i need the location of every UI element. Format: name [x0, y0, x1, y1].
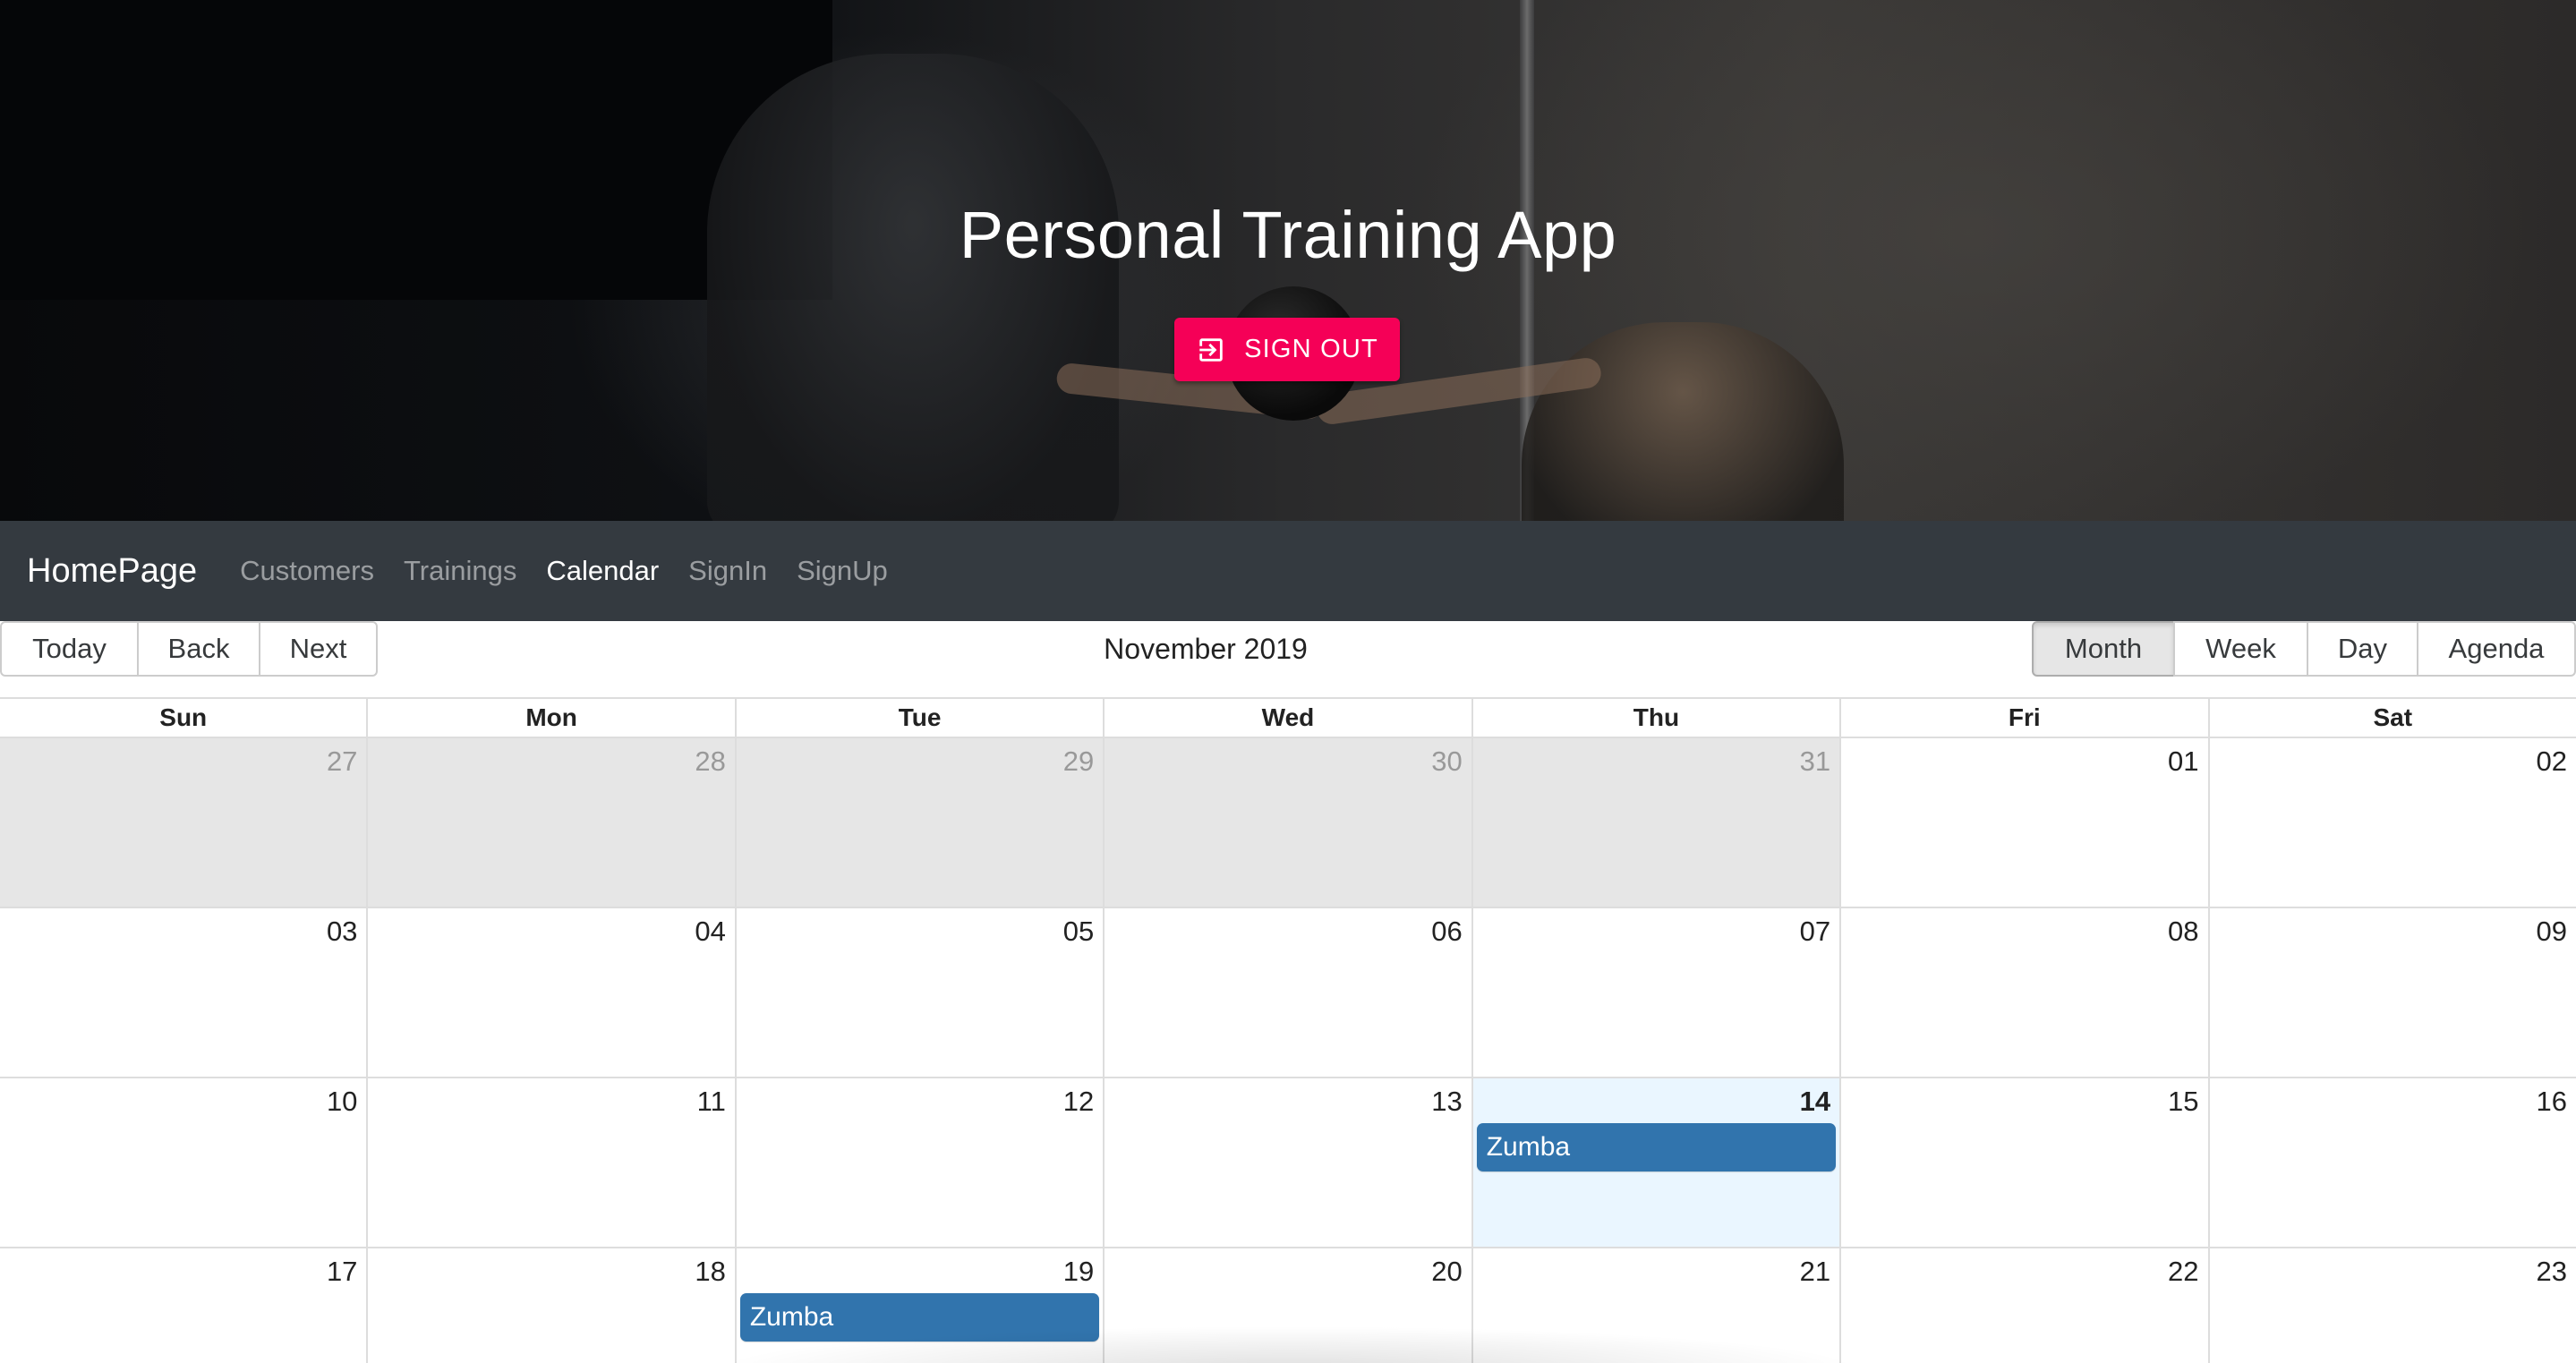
- date-number-link[interactable]: 01: [2168, 745, 2198, 778]
- weekday-header: Mon: [366, 699, 734, 737]
- weekday-header: Sat: [2207, 699, 2576, 737]
- week-row: 27 28 29 30 31 01 02: [0, 738, 2576, 908]
- date-number-link[interactable]: 31: [1800, 745, 1830, 778]
- day-cell[interactable]: 21: [1471, 1248, 1839, 1363]
- date-number-link[interactable]: 22: [2168, 1256, 2198, 1288]
- day-cell[interactable]: 08: [1839, 908, 2207, 1077]
- day-cell[interactable]: 23: [2207, 1248, 2576, 1363]
- date-number-link[interactable]: 27: [327, 745, 357, 778]
- back-button[interactable]: Back: [137, 621, 260, 677]
- day-cell[interactable]: 02: [2207, 738, 2576, 907]
- day-cell[interactable]: 11: [366, 1078, 734, 1247]
- date-number-link[interactable]: 18: [695, 1256, 725, 1288]
- date-number-link[interactable]: 23: [2536, 1256, 2566, 1288]
- date-number-link[interactable]: 12: [1063, 1086, 1094, 1118]
- day-cell[interactable]: 05: [734, 908, 1103, 1077]
- nav-link-signin[interactable]: SignIn: [688, 555, 767, 587]
- today-button[interactable]: Today: [0, 621, 139, 677]
- page-title: Personal Training App: [959, 198, 1617, 272]
- date-number-link[interactable]: 15: [2168, 1086, 2198, 1118]
- day-cell[interactable]: 17: [0, 1248, 366, 1363]
- weekday-header: Thu: [1471, 699, 1839, 737]
- week-row: 10 11 12 13 14 Zumba 15 16: [0, 1078, 2576, 1248]
- date-number-link[interactable]: 08: [2168, 916, 2198, 948]
- date-number-link[interactable]: 13: [1431, 1086, 1462, 1118]
- weekday-header: Tue: [734, 699, 1103, 737]
- navigation-button-group: Today Back Next: [0, 621, 378, 677]
- nav-link-calendar[interactable]: Calendar: [546, 555, 659, 587]
- date-number-link[interactable]: 03: [327, 916, 357, 948]
- sign-out-button[interactable]: SIGN OUT: [1174, 318, 1400, 381]
- day-cell[interactable]: 18: [366, 1248, 734, 1363]
- day-cell[interactable]: 04: [366, 908, 734, 1077]
- date-number-link[interactable]: 11: [697, 1086, 726, 1118]
- brand-link-homepage[interactable]: HomePage: [27, 552, 197, 591]
- day-cell[interactable]: 16: [2207, 1078, 2576, 1247]
- date-number-link[interactable]: 16: [2536, 1086, 2566, 1118]
- day-cell[interactable]: 07: [1471, 908, 1839, 1077]
- day-cell[interactable]: 19 Zumba: [734, 1248, 1103, 1363]
- calendar-event[interactable]: Zumba: [739, 1293, 1100, 1342]
- day-cell[interactable]: 27: [0, 738, 367, 907]
- day-view-button[interactable]: Day: [2307, 621, 2418, 677]
- day-cell[interactable]: 28: [366, 738, 735, 907]
- date-number-link[interactable]: 09: [2536, 916, 2566, 948]
- calendar-event[interactable]: Zumba: [1476, 1123, 1837, 1171]
- date-number-link[interactable]: 07: [1800, 916, 1830, 948]
- date-number-link[interactable]: 06: [1431, 916, 1462, 948]
- date-number-link[interactable]: 29: [1063, 745, 1094, 778]
- sign-out-label: SIGN OUT: [1244, 335, 1378, 363]
- weekday-header-row: Sun Mon Tue Wed Thu Fri Sat: [0, 699, 2576, 738]
- nav-link-customers[interactable]: Customers: [240, 555, 374, 587]
- day-cell[interactable]: 12: [734, 1078, 1103, 1247]
- day-cell[interactable]: 10: [0, 1078, 366, 1247]
- day-cell[interactable]: 29: [734, 738, 1104, 907]
- day-cell[interactable]: 15: [1839, 1078, 2207, 1247]
- nav-link-signup[interactable]: SignUp: [797, 555, 888, 587]
- client-figure: [1522, 322, 1844, 521]
- date-number-link[interactable]: 14: [1800, 1086, 1830, 1118]
- calendar-toolbar: November 2019 Today Back Next Month Week…: [0, 621, 2576, 678]
- date-number-link[interactable]: 17: [327, 1256, 357, 1288]
- day-cell[interactable]: 13: [1103, 1078, 1471, 1247]
- next-button[interactable]: Next: [259, 621, 378, 677]
- weekday-header: Wed: [1103, 699, 1471, 737]
- day-cell[interactable]: 31: [1471, 738, 1840, 907]
- date-number-link[interactable]: 30: [1431, 745, 1462, 778]
- day-cell[interactable]: 30: [1103, 738, 1471, 907]
- day-cell[interactable]: 22: [1839, 1248, 2207, 1363]
- week-row: 03 04 05 06 07 08 09: [0, 908, 2576, 1078]
- month-view-button[interactable]: Month: [2032, 621, 2175, 677]
- week-view-button[interactable]: Week: [2173, 621, 2308, 677]
- day-cell[interactable]: 20: [1103, 1248, 1471, 1363]
- agenda-view-button[interactable]: Agenda: [2417, 621, 2576, 677]
- date-number-link[interactable]: 10: [327, 1086, 357, 1118]
- day-cell-today[interactable]: 14 Zumba: [1471, 1078, 1840, 1247]
- view-button-group: Month Week Day Agenda: [2032, 621, 2576, 677]
- nav-link-trainings[interactable]: Trainings: [404, 555, 516, 587]
- navbar: HomePage Customers Trainings Calendar Si…: [0, 521, 2576, 621]
- day-cell[interactable]: 01: [1839, 738, 2207, 907]
- date-number-link[interactable]: 05: [1063, 916, 1094, 948]
- exit-to-app-icon: [1199, 337, 1223, 362]
- date-number-link[interactable]: 20: [1431, 1256, 1462, 1288]
- day-cell[interactable]: 06: [1103, 908, 1471, 1077]
- week-row: 17 18 19 Zumba 20 21 22 23: [0, 1248, 2576, 1363]
- trainer-figure: [707, 54, 1119, 521]
- weekday-header: Sun: [159, 703, 208, 731]
- date-number-link[interactable]: 19: [1063, 1256, 1094, 1288]
- weekday-header: Fri: [1839, 699, 2207, 737]
- weeks-container: 27 28 29 30 31 01 02 03 04 05 06 07 08 09 10 11 12 13 14 Zu…: [0, 738, 2576, 1363]
- date-number-link[interactable]: 21: [1800, 1256, 1830, 1288]
- month-view: Sun Mon Tue Wed Thu Fri Sat 27 28 29 30 31 01…: [0, 697, 2576, 1363]
- day-cell[interactable]: 03: [0, 908, 366, 1077]
- hero-banner: Personal Training App SIGN OUT: [0, 0, 2576, 521]
- day-cell[interactable]: 09: [2207, 908, 2576, 1077]
- date-number-link[interactable]: 02: [2536, 745, 2566, 778]
- date-number-link[interactable]: 28: [695, 745, 725, 778]
- date-number-link[interactable]: 04: [695, 916, 725, 948]
